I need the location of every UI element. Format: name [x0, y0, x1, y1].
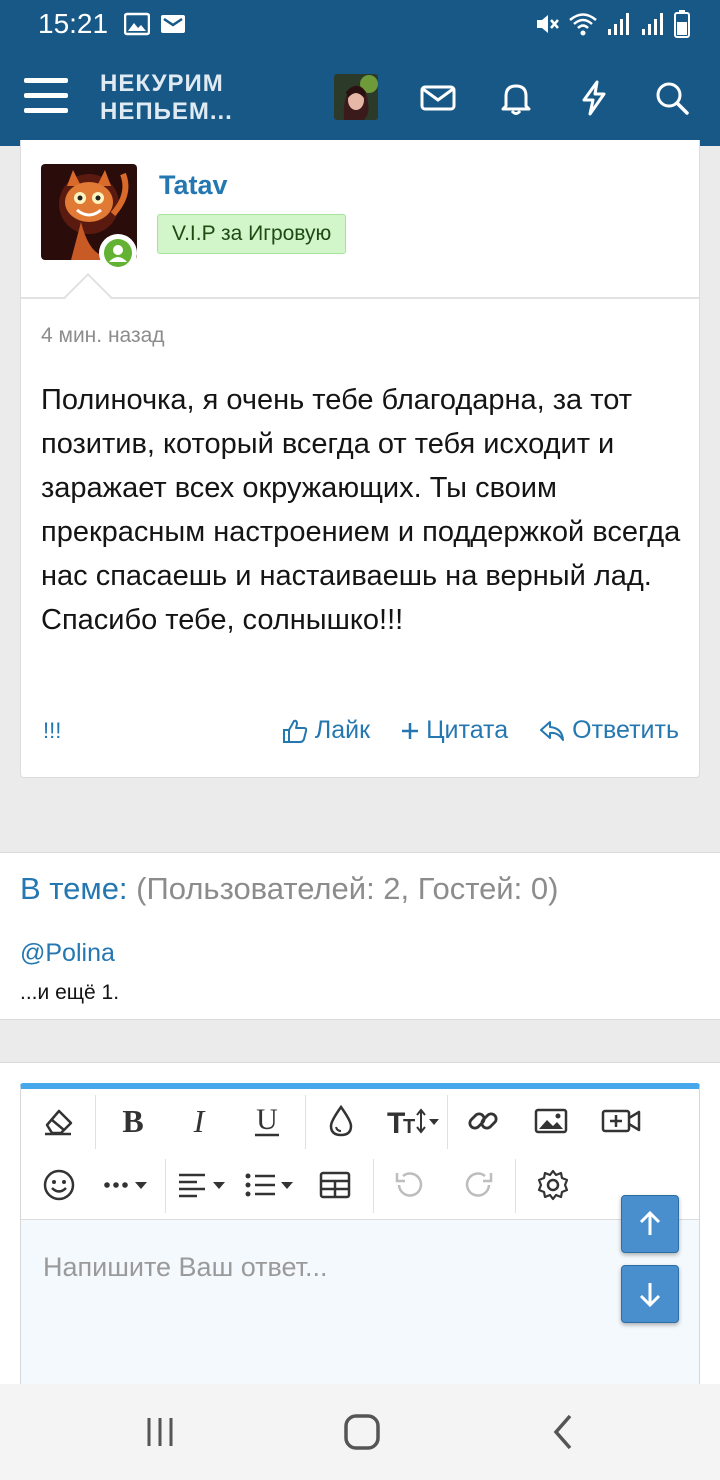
redo-icon[interactable] [457, 1163, 501, 1207]
lightning-icon[interactable] [574, 78, 614, 118]
gallery-notification-icon [124, 12, 150, 36]
like-button[interactable]: Лайк [281, 716, 370, 745]
signal-icon [608, 13, 629, 35]
mute-icon [537, 15, 559, 33]
reply-placeholder: Напишите Ваш ответ... [43, 1252, 328, 1282]
post-body: Полиночка, я очень тебе благодарна, за т… [41, 384, 681, 636]
online-status-icon [99, 234, 137, 272]
post-actions: Лайк Цитата Ответить [281, 716, 679, 745]
emoji-icon[interactable] [37, 1163, 81, 1207]
post-timestamp[interactable]: 4 мин. назад [41, 324, 165, 348]
members-more: ...и ещё 1. [20, 981, 120, 1004]
editor-toolbar-row-2 [21, 1153, 699, 1217]
quote-button[interactable]: Цитата [400, 716, 508, 745]
more-options-icon[interactable] [101, 1163, 157, 1207]
svg-text:U: U [256, 1103, 278, 1136]
plus-icon [402, 722, 419, 739]
scroll-up-button[interactable] [621, 1195, 679, 1253]
reply-button[interactable]: Ответить [538, 716, 679, 745]
align-icon[interactable] [175, 1163, 233, 1207]
svg-text:I: I [193, 1103, 206, 1139]
list-icon[interactable] [243, 1163, 301, 1207]
bell-icon[interactable] [496, 78, 536, 118]
menu-icon[interactable] [24, 78, 68, 114]
search-icon[interactable] [652, 78, 692, 118]
mail-icon[interactable] [418, 78, 458, 118]
forum-post: Tatav V.I.P за Игровую 4 мин. назад Поли… [20, 140, 700, 778]
thread-members-block: В теме: (Пользователей: 2, Гостей: 0) @P… [0, 852, 720, 1020]
text-color-icon[interactable] [319, 1099, 363, 1143]
reply-icon [540, 720, 565, 741]
status-time: 15:21 [38, 8, 109, 39]
reply-box: B I U TT Напишите Ваш ответ... [0, 1062, 720, 1400]
members-title-label: В теме: [20, 871, 128, 906]
bold-icon[interactable]: B [111, 1099, 155, 1143]
rich-text-editor: B I U TT Напишите Ваш ответ... [20, 1083, 700, 1400]
user-avatar[interactable] [334, 74, 378, 120]
svg-text:T: T [403, 1116, 415, 1138]
members-title-counts: (Пользователей: 2, Гостей: 0) [136, 871, 559, 906]
post-author-name[interactable]: Tatav [159, 170, 228, 201]
signal-icon-2 [642, 13, 663, 35]
clear-formatting-icon[interactable] [37, 1099, 81, 1143]
arrow-down-icon [639, 1283, 661, 1308]
mail-notification-icon [161, 15, 185, 33]
thumbs-up-icon [282, 719, 308, 743]
settings-icon[interactable] [531, 1163, 575, 1207]
image-icon[interactable] [529, 1099, 573, 1143]
link-icon[interactable] [461, 1099, 505, 1143]
reply-textarea[interactable]: Напишите Ваш ответ... [21, 1220, 699, 1400]
table-icon[interactable] [313, 1163, 357, 1207]
status-bar: 15:21 [0, 0, 720, 50]
video-icon[interactable] [599, 1099, 643, 1143]
arrow-up-icon [639, 1210, 661, 1235]
member-link[interactable]: @Polina [20, 939, 115, 968]
post-marks[interactable]: !!! [43, 718, 61, 744]
underline-icon[interactable]: U [245, 1099, 289, 1143]
back-icon[interactable] [544, 1412, 584, 1452]
battery-icon [674, 10, 690, 38]
scroll-down-button[interactable] [621, 1265, 679, 1323]
post-divider [21, 297, 699, 299]
wifi-icon [569, 13, 597, 36]
editor-toolbar-row-1: B I U TT [21, 1089, 699, 1153]
svg-text:B: B [122, 1103, 143, 1139]
site-logo[interactable]: НЕКУРИМ НЕПЬЕМ... [100, 70, 233, 126]
home-icon[interactable] [342, 1412, 382, 1452]
top-bar: 15:21 НЕКУРИМ НЕПЬЕМ... [0, 0, 720, 146]
system-nav-bar [0, 1384, 720, 1480]
recent-apps-icon[interactable] [140, 1412, 180, 1452]
members-title: В теме: (Пользователей: 2, Гостей: 0) [20, 871, 558, 907]
undo-icon[interactable] [387, 1163, 431, 1207]
italic-icon[interactable]: I [177, 1099, 221, 1143]
user-title-badge: V.I.P за Игровую [157, 214, 347, 254]
font-size-icon[interactable]: TT [387, 1099, 441, 1143]
